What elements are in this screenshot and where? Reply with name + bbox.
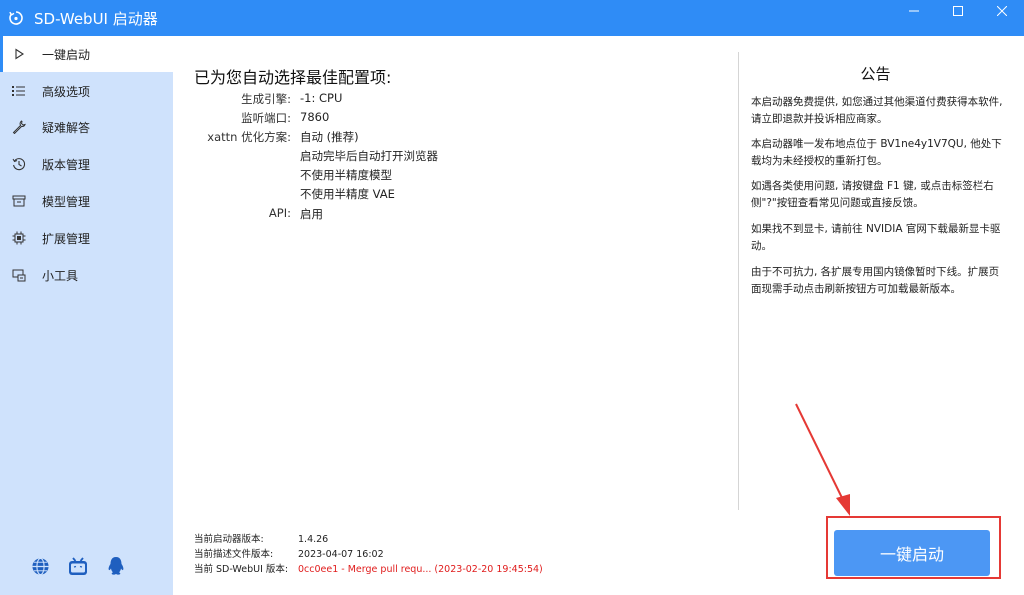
history-icon [11,156,27,172]
version-key: 当前启动器版本: [194,534,264,545]
maximize-icon [953,6,963,16]
sidebar-item-models[interactable]: 模型管理 [0,183,173,219]
notice-title: 公告 [860,65,891,83]
config-key: 监听端口: [241,111,291,125]
divider [738,52,739,510]
notice-paragraph: 由于不可抗力, 各扩展专用国内镜像暂时下线。扩展页面现需手动点击刷新按钮方可加载… [751,266,1000,295]
config-value: -1: CPU [300,91,343,105]
minimize-button[interactable] [892,0,936,22]
refresh-gear-icon [6,8,26,28]
config-value: 启动完毕后自动打开浏览器 [300,149,438,163]
notice-paragraph: 如遇各类使用问题, 请按键盘 F1 键, 或点击标签栏右侧"?"按钮查看常见问题… [751,180,994,209]
sidebar-item-label: 扩展管理 [42,231,91,246]
config-key: xattn 优化方案: [207,130,291,144]
version-key: 当前描述文件版本: [194,549,274,560]
sidebar-item-advanced[interactable]: 高级选项 [0,73,173,109]
sidebar-item-label: 高级选项 [42,84,91,99]
annotation-arrow [795,403,850,516]
sidebar: 一键启动 高级选项 疑难解答 版本管理 模型管理 扩展管理 小工具 [0,36,173,595]
list-icon [11,83,27,99]
sidebar-item-troubleshoot[interactable]: 疑难解答 [0,109,173,145]
version-key: 当前 SD-WebUI 版本: [194,564,289,575]
sidebar-item-label: 版本管理 [42,157,91,172]
version-value: 0cc0ee1 - Merge pull requ... (2023-02-20… [298,564,543,575]
sidebar-footer [30,556,126,576]
config-value: 不使用半精度 VAE [300,187,395,201]
play-icon [11,46,27,62]
notice-paragraph: 本启动器免费提供, 如您通过其他渠道付费获得本软件, 请立即退款并投诉相应商家。 [751,96,1003,125]
close-icon [997,6,1007,16]
sidebar-item-launch[interactable]: 一键启动 [0,36,173,72]
version-value: 2023-04-07 16:02 [298,549,384,560]
window-title: SD-WebUI 启动器 [34,9,158,28]
version-value: 1.4.26 [298,534,329,545]
version-launcher: 当前启动器版本: 1.4.26 [194,531,328,545]
main-panel: 已为您自动选择最佳配置项: 生成引擎: -1: CPU 监听端口: 7860 x… [173,36,739,595]
wrench-icon [11,119,27,135]
bilibili-icon[interactable] [68,556,88,576]
maximize-button[interactable] [936,0,980,22]
config-key: 生成引擎: [241,92,291,106]
config-value: 不使用半精度模型 [300,168,392,182]
window-controls [892,0,1024,22]
version-description: 当前描述文件版本: 2023-04-07 16:02 [194,546,384,560]
sidebar-item-label: 疑难解答 [42,120,91,135]
config-key: API: [268,206,291,220]
sidebar-item-tools[interactable]: 小工具 [0,257,173,293]
title-bar: SD-WebUI 启动器 [0,0,1024,36]
sidebar-item-label: 小工具 [42,268,79,283]
sidebar-item-extensions[interactable]: 扩展管理 [0,220,173,256]
notice-paragraph: 如果找不到显卡, 请前往 NVIDIA 官网下载最新显卡驱动。 [751,223,1001,252]
qq-icon[interactable] [106,556,126,576]
minimize-icon [909,10,919,12]
globe-icon[interactable] [30,556,50,576]
sidebar-item-label: 模型管理 [42,194,91,209]
box-icon [11,193,27,209]
tools-icon [11,267,27,283]
config-value: 启用 [300,207,323,221]
notice-paragraph: 本启动器唯一发布地点位于 BV1ne4y1V7QU, 他处下载均为未经授权的重新… [751,138,1002,167]
launch-button[interactable]: 一键启动 [834,530,990,576]
sidebar-item-label: 一键启动 [42,47,91,62]
chip-icon [11,230,27,246]
page-title: 已为您自动选择最佳配置项: [194,68,392,87]
config-value: 7860 [300,110,330,124]
version-sdwebui: 当前 SD-WebUI 版本: 0cc0ee1 - Merge pull requ… [194,561,543,575]
sidebar-item-versions[interactable]: 版本管理 [0,146,173,182]
close-button[interactable] [980,0,1024,22]
config-value: 自动 (推荐) [300,130,359,144]
